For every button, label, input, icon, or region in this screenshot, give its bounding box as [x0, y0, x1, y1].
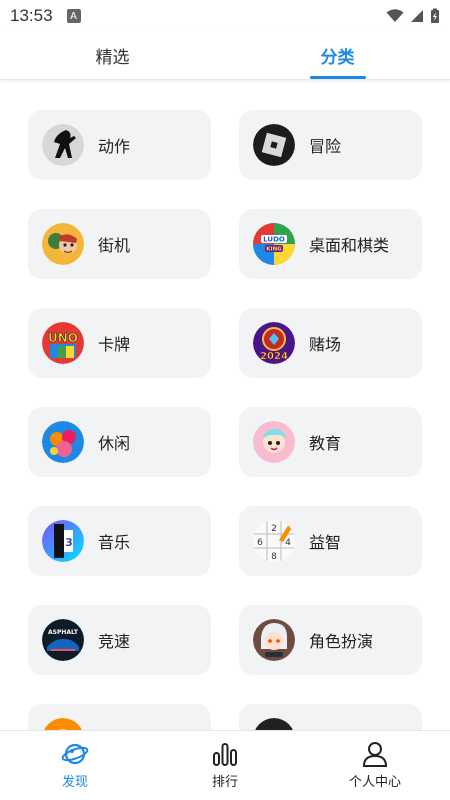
nav-discover[interactable]: 发现 — [0, 731, 150, 800]
roblox-icon — [253, 124, 295, 166]
category-label: 动作 — [98, 137, 131, 156]
ludo-king-icon: LUDO KING — [253, 223, 295, 265]
category-card-action[interactable]: 动作 — [28, 110, 211, 180]
svg-text:KING: KING — [266, 247, 282, 253]
category-label: 冒险 — [309, 137, 342, 156]
ranking-bars-icon — [213, 743, 237, 766]
nav-discover-label: 发现 — [61, 775, 88, 790]
category-card-adventure[interactable]: 冒险 — [239, 110, 422, 180]
status-icons — [386, 8, 440, 24]
bottom-nav-bar: 发现 排行 个人中心 — [0, 730, 450, 800]
category-label: 赌场 — [309, 335, 342, 354]
category-label: 角色扮演 — [309, 632, 374, 651]
svg-text:3: 3 — [65, 536, 73, 549]
category-card-casino[interactable]: 2024 赌场 — [239, 308, 422, 378]
top-tab-bar: 精选 分类 — [0, 32, 450, 80]
toca-boca-icon — [253, 421, 295, 463]
category-label: 街机 — [98, 236, 131, 255]
category-label: 教育 — [309, 434, 342, 453]
candy-crush-icon — [42, 421, 84, 463]
svg-text:2: 2 — [271, 524, 277, 534]
casino-2024-icon: 2024 — [253, 322, 295, 364]
status-time: 13:53 — [10, 6, 53, 25]
svg-text:LUDO: LUDO — [263, 236, 285, 244]
tab-categories[interactable]: 分类 — [225, 32, 450, 79]
wifi-icon — [386, 9, 404, 22]
tab-featured-label: 精选 — [95, 48, 130, 68]
svg-text:2024: 2024 — [260, 351, 288, 362]
category-card-arcade[interactable]: 街机 — [28, 209, 211, 279]
category-label: 益智 — [309, 533, 342, 552]
tab-categories-label: 分类 — [320, 48, 355, 68]
svg-text:8: 8 — [271, 552, 277, 562]
category-card-casual[interactable]: 休闲 — [28, 407, 211, 477]
notification-icon: A — [66, 9, 81, 23]
svg-text:ASPHALT: ASPHALT — [48, 629, 79, 636]
category-card-board[interactable]: LUDO KING 桌面和棋类 — [239, 209, 422, 279]
category-label: 卡牌 — [98, 335, 131, 354]
piano-tiles-icon: 3 — [42, 520, 84, 562]
nav-profile-label: 个人中心 — [348, 775, 401, 790]
nav-profile[interactable]: 个人中心 — [300, 731, 450, 800]
category-card-rpg[interactable]: 角色扮演 — [239, 605, 422, 675]
discover-planet-icon — [61, 743, 89, 765]
category-card-racing[interactable]: ASPHALT 竞速 — [28, 605, 211, 675]
nav-ranking-label: 排行 — [211, 775, 238, 790]
category-label: 竞速 — [98, 632, 131, 651]
shadow-fighter-icon — [42, 124, 84, 166]
status-bar: 13:53 A — [0, 0, 450, 32]
anime-character-icon — [253, 619, 295, 661]
sudoku-icon: 2 6 4 8 — [253, 520, 295, 562]
asphalt-icon: ASPHALT — [42, 619, 84, 661]
svg-text:6: 6 — [257, 538, 263, 548]
nav-ranking[interactable]: 排行 — [150, 731, 300, 800]
category-label: 桌面和棋类 — [309, 236, 390, 255]
subway-surfers-icon — [42, 223, 84, 265]
category-card-education[interactable]: 教育 — [239, 407, 422, 477]
category-label: 音乐 — [98, 533, 131, 552]
uno-icon: UNO — [42, 322, 84, 364]
category-card-card[interactable]: UNO 卡牌 — [28, 308, 211, 378]
svg-text:UNO: UNO — [48, 331, 78, 345]
profile-person-icon — [362, 742, 388, 767]
battery-icon — [431, 8, 439, 23]
category-card-music[interactable]: 3 音乐 — [28, 506, 211, 576]
signal-icon — [411, 10, 423, 22]
tab-featured[interactable]: 精选 — [0, 32, 225, 79]
category-card-puzzle[interactable]: 2 6 4 8 益智 — [239, 506, 422, 576]
category-label: 休闲 — [98, 434, 131, 453]
svg-text:4: 4 — [285, 538, 291, 548]
